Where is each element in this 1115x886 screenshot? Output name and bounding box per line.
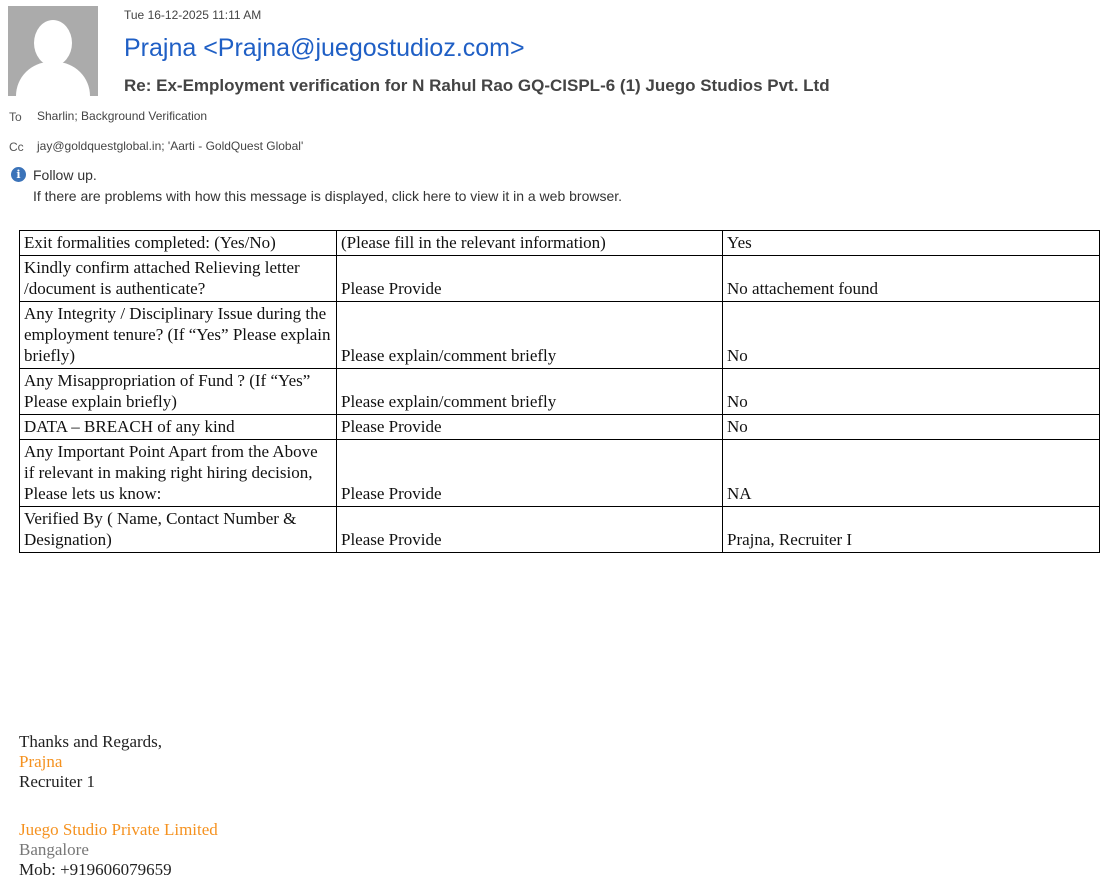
sender[interactable]: Prajna <Prajna@juegostudioz.com>	[124, 34, 525, 63]
signature-company: Juego Studio Private Limited	[19, 820, 218, 839]
answer-cell: No	[722, 301, 1100, 369]
sent-date: Tue 16-12-2025 11:11 AM	[124, 8, 262, 22]
question-cell: Kindly confirm attached Relieving letter…	[19, 255, 337, 302]
answer-cell: Yes	[722, 230, 1100, 256]
table-row: Kindly confirm attached Relieving letter…	[19, 255, 1100, 302]
instruction-cell: Please explain/comment briefly	[336, 368, 723, 415]
instruction-cell: Please explain/comment briefly	[336, 301, 723, 369]
table-row: Any Integrity / Disciplinary Issue durin…	[19, 301, 1100, 369]
question-cell: Any Misappropriation of Fund ? (If “Yes”…	[19, 368, 337, 415]
view-in-browser-notice[interactable]: If there are problems with how this mess…	[33, 188, 622, 204]
instruction-cell: Please Provide	[336, 414, 723, 440]
info-icon: i	[11, 167, 26, 182]
sender-avatar	[8, 6, 98, 96]
table-row: Verified By ( Name, Contact Number & Des…	[19, 506, 1100, 553]
question-cell: Any Important Point Apart from the Above…	[19, 439, 337, 507]
signature: Thanks and Regards, Prajna Recruiter 1 J…	[19, 732, 218, 880]
signature-city: Bangalore	[19, 840, 89, 859]
question-cell: Verified By ( Name, Contact Number & Des…	[19, 506, 337, 553]
answer-cell: NA	[722, 439, 1100, 507]
signature-mobile: Mob: +919606079659	[19, 860, 172, 879]
cc-label: Cc	[9, 140, 24, 154]
table-row: Any Misappropriation of Fund ? (If “Yes”…	[19, 368, 1100, 415]
signature-closing: Thanks and Regards,	[19, 732, 163, 751]
signature-name: Prajna	[19, 752, 63, 771]
answer-cell: No	[722, 368, 1100, 415]
instruction-cell: (Please fill in the relevant information…	[336, 230, 723, 256]
instruction-cell: Please Provide	[336, 506, 723, 553]
instruction-cell: Please Provide	[336, 439, 723, 507]
to-label: To	[9, 110, 22, 124]
question-cell: Any Integrity / Disciplinary Issue durin…	[19, 301, 337, 369]
follow-up-flag: Follow up.	[33, 167, 97, 183]
verification-table: Exit formalities completed: (Yes/No) (Ple…	[19, 230, 1100, 553]
table-row: DATA – BREACH of any kind Please Provide N…	[19, 414, 1100, 440]
to-recipients[interactable]: Sharlin; Background Verification	[37, 109, 207, 123]
answer-cell: No	[722, 414, 1100, 440]
table-row: Any Important Point Apart from the Above…	[19, 439, 1100, 507]
signature-title: Recruiter 1	[19, 772, 95, 791]
answer-cell: No attachement found	[722, 255, 1100, 302]
answer-cell: Prajna, Recruiter I	[722, 506, 1100, 553]
subject: Re: Ex-Employment verification for N Rah…	[124, 76, 830, 95]
table-row: Exit formalities completed: (Yes/No) (Ple…	[19, 230, 1100, 256]
question-cell: DATA – BREACH of any kind	[19, 414, 337, 440]
cc-recipients[interactable]: jay@goldquestglobal.in; 'Aarti - GoldQue…	[37, 139, 303, 153]
question-cell: Exit formalities completed: (Yes/No)	[19, 230, 337, 256]
instruction-cell: Please Provide	[336, 255, 723, 302]
